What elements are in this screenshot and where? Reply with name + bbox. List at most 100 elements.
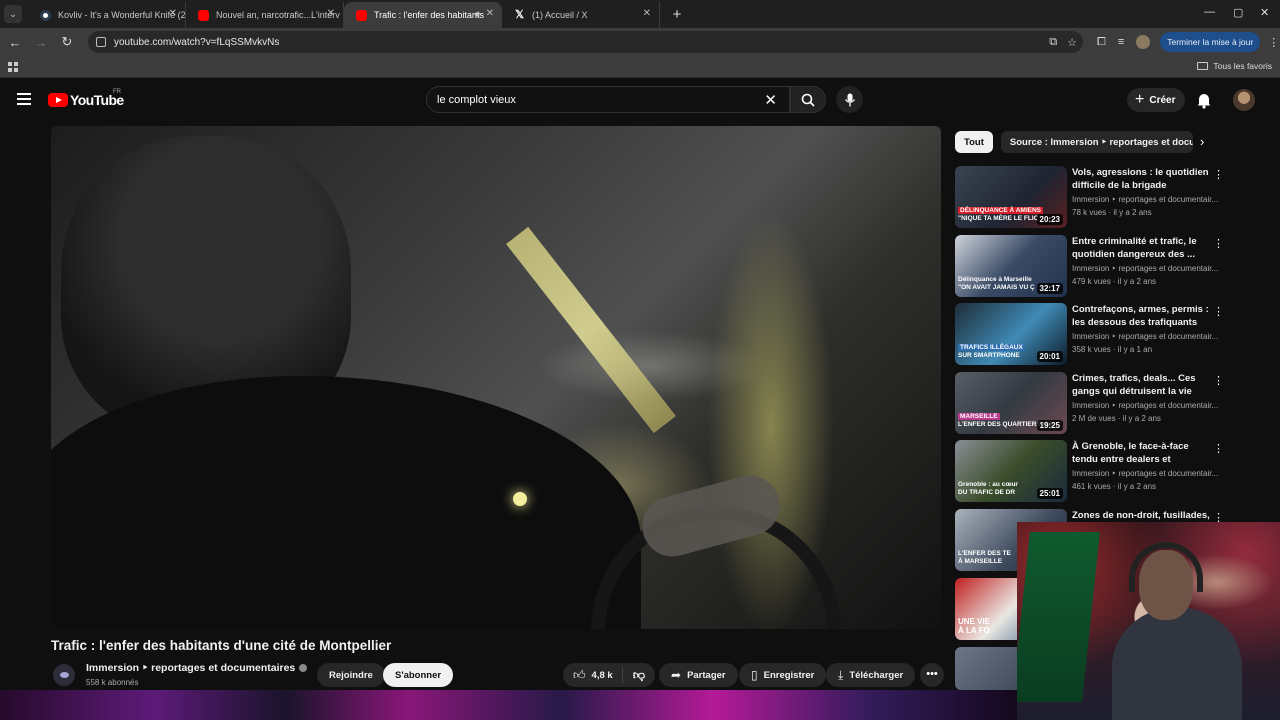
browser-toolbar: ← → ↻ youtube.com/watch?v=fLqSSMvkvNs ⧉ … (0, 28, 1280, 56)
chip-all[interactable]: Tout (955, 131, 993, 153)
more-actions-button[interactable]: ••• (920, 663, 944, 687)
thumbnail-text: TRAFICS ILLÉGAUX (958, 344, 1025, 351)
recommendation-item[interactable]: Grenoble : au cœur DU TRAFIC DE DR 25:01 … (955, 440, 1225, 502)
bookmark-star-icon[interactable]: ☆ (1067, 36, 1077, 49)
recommendation-item[interactable]: TRAFICS ILLÉGAUX SUR SMARTPHONE 20:01 Con… (955, 303, 1225, 365)
kebab-menu-icon[interactable]: ⋮ (1213, 168, 1224, 181)
install-app-icon[interactable]: ⧉ (1049, 36, 1057, 49)
dislike-button[interactable]: 👎︎ (623, 668, 655, 683)
close-icon[interactable]: ✕ (643, 8, 651, 19)
thumbnail-caption: TRAFICS ILLÉGAUX SUR SMARTPHONE (958, 344, 1025, 360)
video-title: Trafic : l'enfer des habitants d'une cit… (51, 638, 392, 653)
apps-grid-icon[interactable] (8, 62, 18, 72)
recommendation-meta: 461 k vues · il y a 2 ans (1072, 482, 1157, 491)
youtube-play-icon (48, 93, 68, 107)
youtube-header: YouTube FR le complot vieux ✕ + Créer (0, 80, 1280, 122)
video-thumbnail[interactable]: Grenoble : au cœur DU TRAFIC DE DR 25:01 (955, 440, 1067, 502)
all-bookmarks-button[interactable]: Tous les favoris (1197, 61, 1272, 71)
video-frame-light (513, 492, 527, 506)
video-player[interactable] (51, 126, 941, 629)
channel-avatar[interactable] (53, 664, 75, 686)
browser-tab[interactable]: Kovliv - It's a Wonderful Knife (2 ✕ (28, 2, 186, 28)
search-query: le complot vieux (437, 93, 516, 106)
video-duration: 20:01 (1036, 351, 1063, 362)
recommendation-channel[interactable]: Immersion ‣ reportages et documentair... (1072, 264, 1222, 273)
recommendation-channel[interactable]: Immersion ‣ reportages et documentair... (1072, 332, 1222, 341)
webcam-figure-body (1112, 607, 1242, 720)
window-close-icon[interactable]: ✕ (1260, 6, 1269, 19)
thumbnail-caption: Délinquance à Marseille "ON AVAIT JAMAIS … (958, 276, 1035, 292)
recommendation-channel[interactable]: Immersion ‣ reportages et documentair... (1072, 469, 1222, 478)
streamer-webcam-overlay (1017, 522, 1280, 720)
video-thumbnail[interactable]: DÉLINQUANCE À AMIENS "NIQUE TA MÈRE LE FL… (955, 166, 1067, 228)
recommendation-title[interactable]: Entre criminalité et trafic, le quotidie… (1072, 235, 1212, 262)
recommendation-title[interactable]: À Grenoble, le face-à-face tendu entre d… (1072, 440, 1212, 467)
webcam-flag (1017, 532, 1100, 702)
tab-title: Nouvel an, narcotrafic...L'interv (216, 10, 340, 20)
country-code: FR (113, 89, 121, 95)
video-thumbnail[interactable]: Délinquance à Marseille "ON AVAIT JAMAIS … (955, 235, 1067, 297)
extensions-icon[interactable]: ⧠ (1097, 36, 1106, 49)
video-thumbnail[interactable]: MARSEILLE L'ENFER DES QUARTIERS NO 19:25 (955, 372, 1067, 434)
clear-search-icon[interactable]: ✕ (764, 91, 777, 109)
video-duration: 32:17 (1036, 283, 1063, 294)
kebab-menu-icon[interactable]: ⋮ (1213, 442, 1224, 455)
kebab-menu-icon[interactable]: ⋮ (1213, 305, 1224, 318)
chevron-right-icon[interactable]: › (1200, 134, 1204, 149)
thumbnail-text: Grenoble : au cœur (958, 481, 1018, 488)
recommendation-channel[interactable]: Immersion ‣ reportages et documentair... (1072, 195, 1222, 204)
youtube-icon (198, 10, 209, 21)
notifications-bell-icon[interactable] (1196, 91, 1212, 109)
youtube-logo[interactable]: YouTube FR (48, 89, 124, 108)
recommendation-title[interactable]: Crimes, trafics, deals... Ces gangs qui … (1072, 372, 1212, 399)
verified-icon (299, 664, 308, 673)
new-tab-button[interactable]: + (666, 4, 688, 26)
chip-source[interactable]: Source : Immersion ‣ reportages et docum… (1000, 131, 1193, 153)
speaker-icon[interactable]: 🔊︎ (474, 9, 480, 20)
share-label: Partager (687, 669, 726, 681)
like-button[interactable]: 👍︎ 4,8 k (563, 667, 623, 683)
save-button[interactable]: ▯ Enregistrer (739, 663, 827, 687)
bookmark-icon: ▯ (751, 668, 758, 682)
browser-tab-active[interactable]: Trafic : l'enfer des habitants 🔊︎ ✕ (344, 2, 502, 28)
menu-icon[interactable] (17, 93, 31, 105)
update-button[interactable]: Terminer la mise à jour (1160, 32, 1261, 52)
plus-icon: + (1135, 91, 1145, 108)
recommendation-channel[interactable]: Immersion ‣ reportages et documentair... (1072, 401, 1222, 410)
site-info-icon[interactable] (96, 37, 106, 47)
browser-tab[interactable]: Nouvel an, narcotrafic...L'interv ✕ (186, 2, 344, 28)
download-button[interactable]: ⤓ Télécharger (826, 663, 916, 687)
address-bar[interactable]: youtube.com/watch?v=fLqSSMvkvNs ⧉ ☆ (88, 31, 1083, 53)
share-button[interactable]: ➦ Partager (659, 663, 738, 687)
recommendation-item[interactable]: MARSEILLE L'ENFER DES QUARTIERS NO 19:25 … (955, 372, 1225, 434)
create-button[interactable]: + Créer (1127, 88, 1186, 112)
close-icon[interactable]: ✕ (327, 8, 335, 19)
reload-icon[interactable]: ↻ (56, 34, 78, 50)
recommendation-title[interactable]: Contrefaçons, armes, permis : les dessou… (1072, 303, 1212, 330)
join-button[interactable]: Rejoindre (317, 663, 385, 687)
recommendation-item[interactable]: DÉLINQUANCE À AMIENS "NIQUE TA MÈRE LE FL… (955, 166, 1225, 228)
kebab-menu-icon[interactable]: ⋮ (1213, 237, 1224, 250)
subscribe-button[interactable]: S'abonner (383, 663, 454, 687)
media-control-icon[interactable]: ≡ (1118, 36, 1124, 48)
maximize-icon[interactable]: ▢ (1233, 6, 1243, 19)
close-icon[interactable]: ✕ (486, 8, 494, 19)
browser-menu-icon[interactable]: ⋮ (1268, 36, 1279, 49)
browser-tab[interactable]: 𝕏 (1) Accueil / X ✕ (502, 2, 660, 28)
bookmarks-bar: Tous les favoris (0, 56, 1280, 78)
back-icon[interactable]: ← (4, 35, 26, 50)
kebab-menu-icon[interactable]: ⋮ (1213, 374, 1224, 387)
account-avatar[interactable] (1233, 89, 1255, 111)
video-thumbnail[interactable]: TRAFICS ILLÉGAUX SUR SMARTPHONE 20:01 (955, 303, 1067, 365)
tab-search-menu-button[interactable]: ⌄ (4, 5, 22, 23)
channel-name-link[interactable]: Immersion ‣ reportages et documentaires (86, 662, 308, 674)
forward-icon[interactable]: → (30, 35, 52, 50)
voice-search-button[interactable] (836, 86, 863, 113)
minimize-icon[interactable]: — (1204, 6, 1215, 18)
close-icon[interactable]: ✕ (169, 8, 177, 19)
profile-avatar[interactable] (1136, 35, 1151, 49)
recommendation-item[interactable]: Délinquance à Marseille "ON AVAIT JAMAIS … (955, 235, 1225, 297)
search-button[interactable] (790, 86, 826, 113)
search-input[interactable]: le complot vieux ✕ (426, 86, 790, 113)
recommendation-title[interactable]: Vols, agressions : le quotidien difficil… (1072, 166, 1212, 193)
